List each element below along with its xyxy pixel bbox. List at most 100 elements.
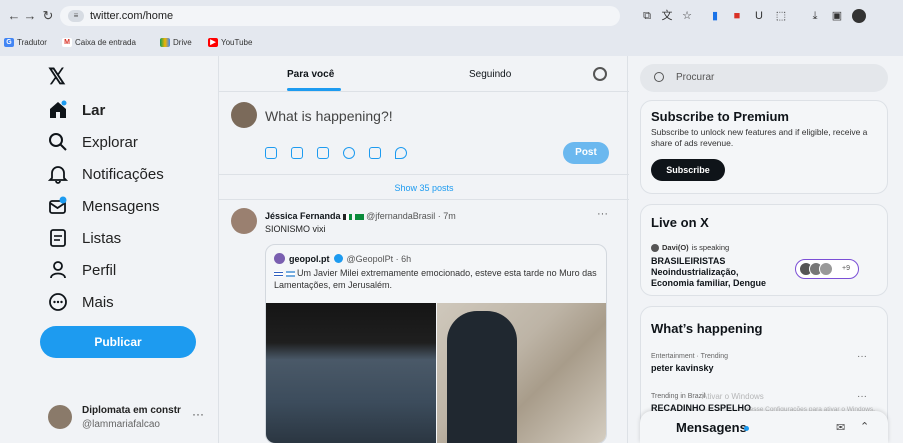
tweet-header: Jéssica Fernanda @jfernandaBrasil · 7m xyxy=(265,211,456,221)
bookmark-youtube[interactable]: ▶ YouTube xyxy=(208,38,252,47)
translate-page-icon[interactable]: 文 xyxy=(660,9,674,23)
gmail-icon: M xyxy=(62,38,72,47)
extension-red-icon[interactable]: ■ xyxy=(730,9,744,23)
sidebar-item-home[interactable]: Lar xyxy=(48,98,105,122)
download-icon[interactable]: ⤓ xyxy=(808,9,822,23)
schedule-icon[interactable] xyxy=(369,147,381,159)
quote-header: geopol.pt @GeopolPt · 6h xyxy=(274,253,411,264)
url-text: twitter.com/home xyxy=(90,10,174,22)
live-card: Live on X Davi(O) is speaking BRASILEIRI… xyxy=(640,204,888,296)
main-feed: Para você Seguindo What is happening?! P… xyxy=(218,56,629,443)
new-message-icon[interactable]: ✉ xyxy=(836,421,845,434)
search-icon xyxy=(49,133,67,151)
sidebar-item-notifications[interactable]: Notificações xyxy=(48,162,164,186)
post-button[interactable]: Post xyxy=(563,142,609,164)
side-panel-icon[interactable]: ▣ xyxy=(830,9,844,23)
trend-more-icon[interactable]: ··· xyxy=(857,391,867,402)
trend-name[interactable]: peter kavinsky xyxy=(651,363,714,373)
search-input[interactable]: Procurar xyxy=(640,64,888,92)
gear-icon[interactable] xyxy=(593,67,607,81)
avatar xyxy=(231,102,257,128)
brazil-flag-icon xyxy=(354,213,364,220)
more-circle-icon xyxy=(49,293,67,311)
bookmarks-bar: G Tradutor M Caixa de entrada Drive ▶ Yo… xyxy=(0,38,903,52)
bookmark-drive[interactable]: Drive xyxy=(160,38,192,47)
home-icon xyxy=(50,100,67,118)
envelope-icon xyxy=(49,196,67,214)
back-arrow-icon[interactable]: ← xyxy=(6,8,22,23)
tweet-text: SIONISMO vixi xyxy=(265,224,326,234)
bookmark-tradutor[interactable]: G Tradutor xyxy=(4,38,47,47)
messages-drawer[interactable]: Mensagens ✉ ⌃ xyxy=(640,411,888,443)
quoted-tweet[interactable]: geopol.pt @GeopolPt · 6h Um Javier Milei… xyxy=(265,244,607,443)
live-space[interactable]: BRASILEIRISTAS Neoindustrialização, Econ… xyxy=(651,256,766,289)
chevron-up-icon[interactable]: ⌃ xyxy=(860,420,869,433)
search-icon xyxy=(654,72,664,82)
sidebar-item-explore[interactable]: Explorar xyxy=(48,130,138,154)
tweet-author-name[interactable]: Jéssica Fernanda xyxy=(265,211,341,221)
profile-avatar-icon[interactable] xyxy=(852,9,866,23)
drive-icon xyxy=(160,38,170,47)
reload-icon[interactable]: ↻ xyxy=(40,8,56,24)
quote-image-2[interactable] xyxy=(437,303,606,443)
trend-more-icon[interactable]: ··· xyxy=(857,351,867,362)
bookmark-gmail[interactable]: M Caixa de entrada xyxy=(62,38,136,47)
right-sidebar: Procurar Subscribe to Premium Subscribe … xyxy=(628,56,903,443)
listener-count: +9 xyxy=(842,265,850,272)
argentina-flag-icon xyxy=(285,270,295,277)
tab-following[interactable]: Seguindo xyxy=(469,69,511,80)
account-more-icon[interactable]: ··· xyxy=(192,407,204,421)
site-settings-icon[interactable]: ≡ xyxy=(68,10,84,22)
left-sidebar: 𝕏 Lar Explorar Notificações Mensagens Li… xyxy=(0,56,218,443)
messages-drawer-title: Mensagens xyxy=(676,420,747,435)
image-icon[interactable] xyxy=(265,147,277,159)
tweet-meta: @jfernandaBrasil · 7m xyxy=(366,211,456,221)
israel-flag-icon xyxy=(274,270,283,277)
subscribe-button[interactable]: Subscribe xyxy=(651,159,725,181)
avatar xyxy=(651,243,659,252)
live-listeners[interactable]: +9 xyxy=(795,259,859,279)
twitter-page: 𝕏 Lar Explorar Notificações Mensagens Li… xyxy=(0,56,903,443)
live-speaker-line: Davi(O) is speaking xyxy=(651,243,729,252)
sidebar-item-more[interactable]: Mais xyxy=(48,290,114,314)
forward-arrow-icon[interactable]: → xyxy=(22,8,38,23)
verified-icon xyxy=(333,254,343,263)
extension-underline-icon[interactable]: U xyxy=(752,9,766,23)
quote-author-name: geopol.pt xyxy=(289,253,330,264)
tweet-more-icon[interactable]: ··· xyxy=(597,208,608,220)
flag-icon xyxy=(343,213,353,220)
live-speaker: Davi(O) xyxy=(662,243,689,252)
account-switcher[interactable]: Diplomata em constr @lammariafalcao ··· xyxy=(48,401,218,437)
extension-blue-icon[interactable]: ▮ xyxy=(708,9,722,23)
tab-for-you[interactable]: Para você xyxy=(287,69,334,80)
poll-icon[interactable] xyxy=(317,147,329,159)
location-icon[interactable] xyxy=(395,147,407,159)
compose-toolbar xyxy=(265,147,407,159)
emoji-icon[interactable] xyxy=(343,147,355,159)
address-bar[interactable]: ≡ twitter.com/home xyxy=(60,6,620,26)
gif-icon[interactable] xyxy=(291,147,303,159)
compose-input[interactable]: What is happening?! xyxy=(265,108,393,124)
browser-chrome: ← → ↻ ≡ twitter.com/home ⧉ 文 ☆ ▮ ■ U ⬚ ⤓… xyxy=(0,0,903,56)
account-name: Diplomata em constr xyxy=(82,405,181,416)
premium-title: Subscribe to Premium xyxy=(651,109,789,124)
x-logo-icon[interactable]: 𝕏 xyxy=(48,64,66,90)
sidebar-item-profile[interactable]: Perfil xyxy=(48,258,116,282)
publish-button[interactable]: Publicar xyxy=(40,326,196,358)
search-placeholder: Procurar xyxy=(676,72,715,83)
quote-text: Um Javier Milei extremamente emocionado,… xyxy=(274,268,597,290)
sidebar-item-messages[interactable]: Mensagens xyxy=(48,194,160,218)
avatar xyxy=(48,405,72,429)
avatar[interactable] xyxy=(231,208,257,234)
show-posts-link[interactable]: Show 35 posts xyxy=(219,174,629,200)
sidebar-item-lists[interactable]: Listas xyxy=(48,226,121,250)
live-speaking: is speaking xyxy=(691,243,730,252)
trend-category: Entertainment · Trending xyxy=(651,353,729,360)
unread-dot xyxy=(744,426,749,431)
avatar xyxy=(819,262,833,276)
screen-cast-icon[interactable]: ⧉ xyxy=(640,9,654,23)
bookmark-star-icon[interactable]: ☆ xyxy=(680,9,694,23)
extensions-puzzle-icon[interactable]: ⬚ xyxy=(774,9,788,23)
person-icon xyxy=(50,261,66,279)
quote-image-1[interactable] xyxy=(266,303,436,443)
